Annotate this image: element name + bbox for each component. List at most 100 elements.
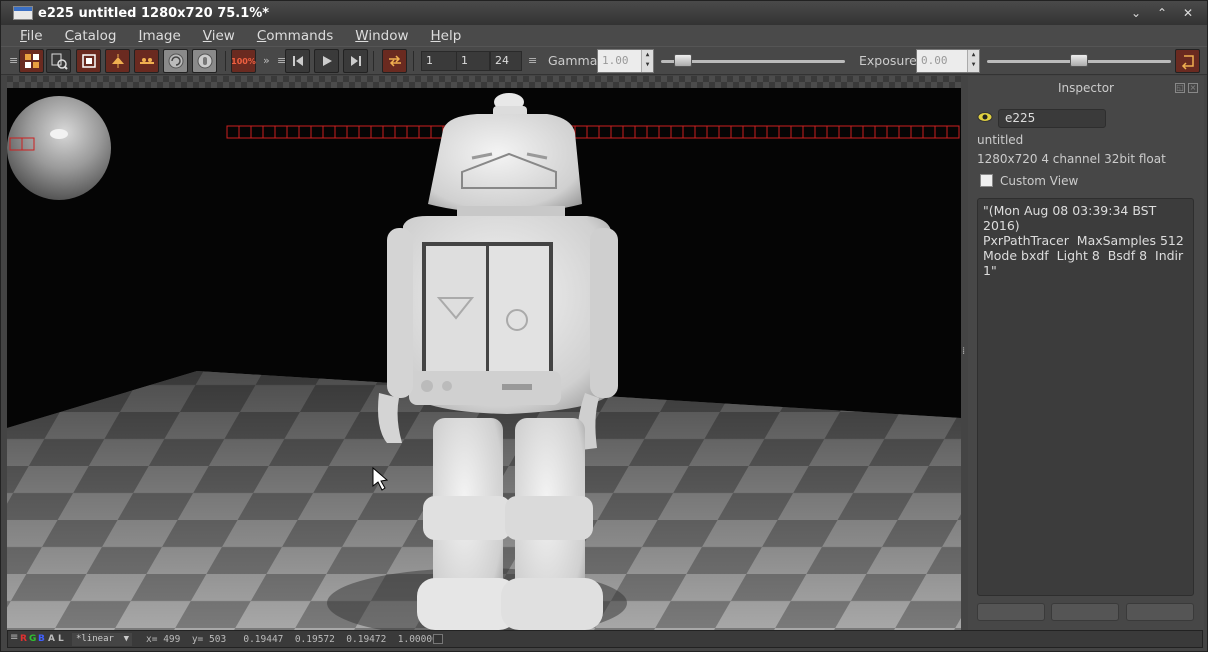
spin-arrows-icon[interactable]: ▲ ▼	[967, 50, 979, 72]
channel-r[interactable]: R	[20, 634, 27, 644]
play-button[interactable]	[314, 49, 339, 73]
panel-splitter[interactable]: ⁞	[961, 76, 968, 630]
app-window: e225 untitled 1280x720 75.1%* ⌄ ⌃ ✕ File…	[0, 0, 1208, 652]
image-name-field[interactable]: e225	[998, 109, 1106, 128]
skip-back-icon	[292, 56, 303, 66]
close-icon[interactable]: ✕	[1175, 3, 1201, 23]
render-bucket	[382, 125, 396, 139]
first-frame-button[interactable]	[285, 49, 310, 73]
lamp-icon	[111, 54, 124, 68]
status-grip-icon[interactable]: ≡	[10, 632, 18, 643]
checker-strip	[7, 76, 961, 88]
loop-button[interactable]	[382, 49, 407, 73]
render-bucket	[874, 125, 888, 139]
image-resolution: 1280x720 4 channel 32bit float	[977, 152, 1166, 166]
render-bucket	[706, 125, 720, 139]
y-value: 503	[209, 634, 227, 645]
spin-arrows-icon[interactable]: ▲ ▼	[641, 50, 653, 72]
corner-arrow-icon	[1181, 55, 1194, 70]
toolbar-grip-3[interactable]	[528, 54, 534, 68]
rotate-button[interactable]	[163, 49, 188, 73]
window-title: e225 untitled 1280x720 75.1%*	[38, 5, 270, 21]
menu-view[interactable]: View	[203, 28, 235, 44]
custom-view-checkbox[interactable]	[980, 174, 993, 187]
channel-g[interactable]: G	[29, 634, 36, 644]
render-bucket	[790, 125, 804, 139]
channel-b[interactable]: B	[38, 634, 45, 644]
render-image	[7, 93, 961, 630]
eye-icon[interactable]	[977, 111, 993, 123]
hand-icon	[197, 53, 212, 69]
menu-window[interactable]: Window	[355, 28, 408, 44]
render-bucket	[778, 125, 792, 139]
image-subtitle: untitled	[977, 133, 1024, 147]
snapshot-button[interactable]	[76, 49, 101, 73]
gamma-slider-handle[interactable]	[674, 54, 693, 67]
exposure-label: Exposure	[859, 53, 917, 68]
render-bucket	[418, 125, 432, 139]
exposure-spinbox[interactable]: 0.00 ▲ ▼	[916, 49, 980, 73]
colorspace-select[interactable]: *linear ▼	[72, 633, 132, 646]
render-bucket	[670, 125, 684, 139]
render-bucket	[802, 125, 816, 139]
menu-catalog[interactable]: Catalog	[65, 28, 117, 44]
float-panel-icon[interactable]: ◱	[1175, 83, 1185, 93]
menu-help[interactable]: Help	[431, 28, 462, 44]
menu-commands[interactable]: Commands	[257, 28, 333, 44]
render-bucket	[226, 125, 240, 139]
close-panel-icon[interactable]: ×	[1188, 83, 1198, 93]
render-bucket	[574, 125, 588, 139]
lamp-button[interactable]	[105, 49, 130, 73]
zoom-tool-button[interactable]	[46, 49, 71, 73]
skip-forward-icon	[350, 56, 361, 66]
render-bucket	[298, 125, 312, 139]
custom-view-label: Custom View	[1000, 174, 1079, 188]
zoom-100-button[interactable]: 100%	[231, 49, 256, 73]
channel-a[interactable]: A	[48, 634, 55, 644]
gamma-spinbox[interactable]: 1.00 ▲ ▼	[597, 49, 654, 73]
fit-view-button[interactable]	[19, 49, 44, 73]
render-bucket	[250, 125, 264, 139]
render-bucket	[886, 125, 900, 139]
frame-end-field[interactable]: 24	[490, 51, 522, 71]
frame-current-field[interactable]: 1	[456, 51, 490, 71]
image-viewport[interactable]	[7, 88, 961, 630]
render-bucket	[910, 125, 924, 139]
pan-button[interactable]	[192, 49, 217, 73]
channel-l[interactable]: L	[58, 634, 64, 644]
render-bucket	[814, 125, 828, 139]
inspector-button-2[interactable]	[1051, 603, 1119, 621]
rotate-icon	[168, 53, 183, 69]
dropdown-arrow-icon: ▼	[123, 634, 129, 644]
title-bar[interactable]: e225 untitled 1280x720 75.1%* ⌄ ⌃ ✕	[1, 1, 1207, 25]
render-bucket	[406, 125, 420, 139]
render-bucket	[370, 125, 384, 139]
inspector-button-3[interactable]	[1126, 603, 1194, 621]
menu-image[interactable]: Image	[138, 28, 180, 44]
render-bucket	[586, 125, 600, 139]
render-bucket	[394, 125, 408, 139]
render-bucket	[826, 125, 840, 139]
toolbar: 100% » 1 1 24 Gamma 1.00 ▲▼ Exposure 0.0…	[1, 46, 1207, 75]
menu-file[interactable]: File	[20, 28, 43, 44]
play-icon	[322, 56, 332, 66]
render-bucket	[238, 125, 252, 139]
overflow-chevron-icon[interactable]: »	[263, 54, 270, 67]
render-bucket	[682, 125, 696, 139]
exposure-value[interactable]: 0.00	[921, 54, 948, 67]
toolbar-grip-2[interactable]	[277, 54, 283, 68]
render-bucket	[934, 125, 948, 139]
gamma-value[interactable]: 1.00	[602, 54, 629, 67]
minimize-icon[interactable]: ⌄	[1123, 3, 1149, 23]
reset-view-button[interactable]	[1175, 49, 1200, 73]
inspector-button-1[interactable]	[977, 603, 1045, 621]
range-button[interactable]	[134, 49, 159, 73]
render-info-text[interactable]: "(Mon Aug 08 03:39:34 BST 2016) PxrPathT…	[977, 198, 1194, 596]
frame-start-field[interactable]: 1	[421, 51, 457, 71]
maximize-icon[interactable]: ⌃	[1149, 3, 1175, 23]
exposure-slider-handle[interactable]	[1070, 54, 1088, 67]
toolbar-grip[interactable]	[9, 54, 15, 68]
render-bucket	[598, 125, 612, 139]
last-frame-button[interactable]	[343, 49, 368, 73]
loop-icon	[388, 55, 401, 67]
